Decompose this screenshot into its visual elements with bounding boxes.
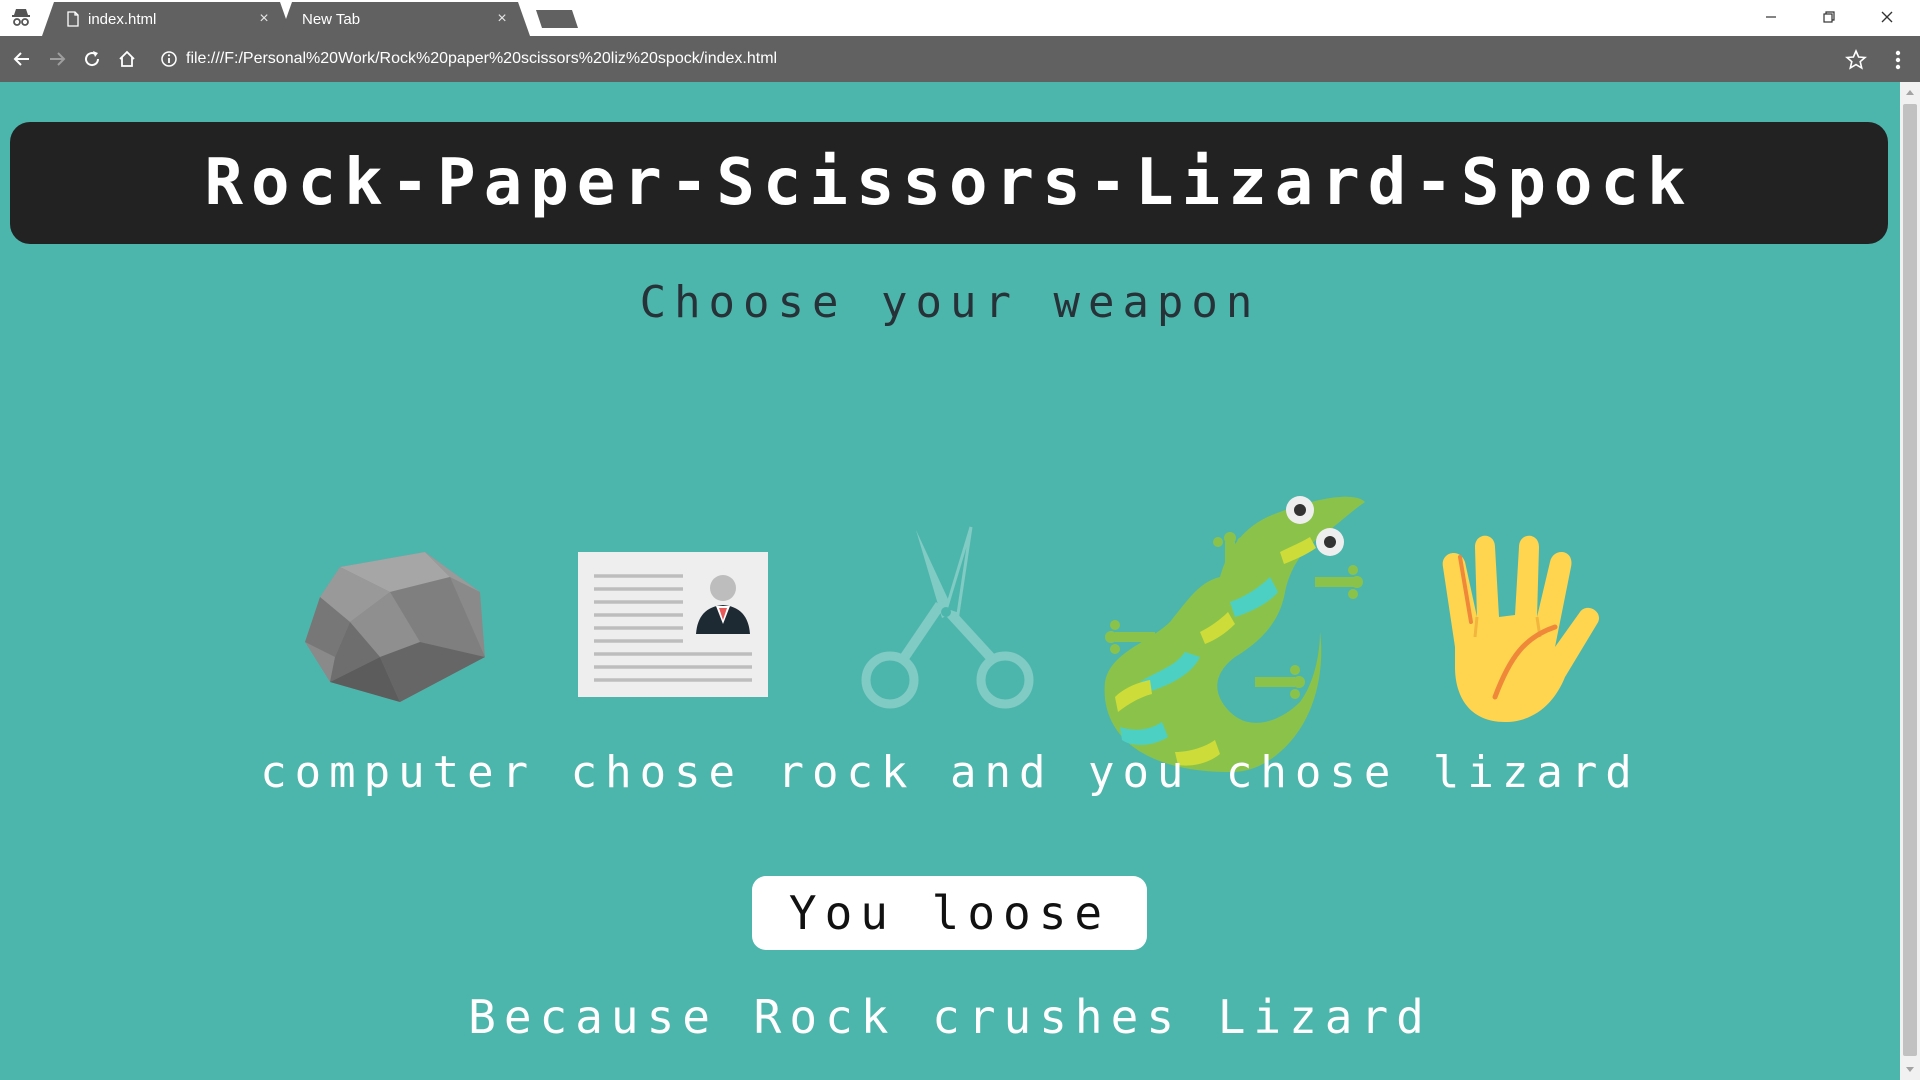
vertical-scrollbar[interactable] [1900,82,1920,1080]
tab-new-tab[interactable]: New Tab × [280,2,530,36]
url-text[interactable]: file:///F:/Personal%20Work/Rock%20paper%… [186,42,777,76]
lizard-icon[interactable] [1080,482,1370,772]
arrow-right-icon [50,52,66,66]
forward-button[interactable] [43,45,71,73]
choice-result-text: computer chose rock and you chose lizard [260,747,1640,798]
browser-toolbar: file:///F:/Personal%20Work/Rock%20paper%… [0,36,1920,82]
vulcan-salute-icon[interactable] [1415,527,1605,727]
menu-dots-icon[interactable] [1886,46,1910,74]
verdict-text: You loose [788,886,1111,940]
verdict-badge: You loose [752,876,1147,950]
incognito-icon [12,9,30,26]
document-icon [67,11,79,27]
address-bar[interactable]: file:///F:/Personal%20Work/Rock%20paper%… [150,42,1780,76]
scissors-icon[interactable] [858,522,1038,712]
info-icon[interactable] [160,50,178,68]
page-viewport: Rock-Paper-Scissors-Lizard-Spock Choose … [0,82,1900,1080]
home-button[interactable] [113,45,141,73]
reload-button[interactable] [78,45,106,73]
scroll-up-arrow-icon[interactable] [1900,82,1920,102]
choose-weapon-prompt: Choose your weapon [639,277,1261,328]
bookmark-star-icon[interactable] [1844,48,1868,72]
paper-icon[interactable] [578,552,768,697]
tab-title: index.html [88,10,157,28]
tab-close-icon[interactable]: × [256,11,272,27]
tab-close-icon[interactable]: × [494,11,510,27]
title-banner: Rock-Paper-Scissors-Lizard-Spock [10,122,1888,244]
arrow-left-icon [13,52,29,66]
tab-index-html[interactable]: index.html × [42,2,292,36]
restore-icon [1823,11,1835,23]
scroll-thumb[interactable] [1903,104,1917,1056]
close-icon [1881,11,1893,23]
new-tab-button[interactable] [536,8,580,30]
page-title: Rock-Paper-Scissors-Lizard-Spock [204,146,1694,220]
reload-icon [85,51,100,67]
close-window-button[interactable] [1858,0,1916,34]
minimize-button[interactable] [1742,0,1800,34]
weapon-choices [0,402,1900,772]
back-button[interactable] [8,45,36,73]
browser-tabstrip: index.html × New Tab × [0,0,1920,36]
home-icon [119,50,135,67]
scroll-down-arrow-icon[interactable] [1900,1060,1920,1080]
restore-button[interactable] [1800,0,1858,34]
reason-text: Because Rock crushes Lizard [468,990,1432,1044]
rock-icon[interactable] [300,547,490,707]
tab-title: New Tab [302,10,361,28]
minimize-icon [1766,16,1776,18]
